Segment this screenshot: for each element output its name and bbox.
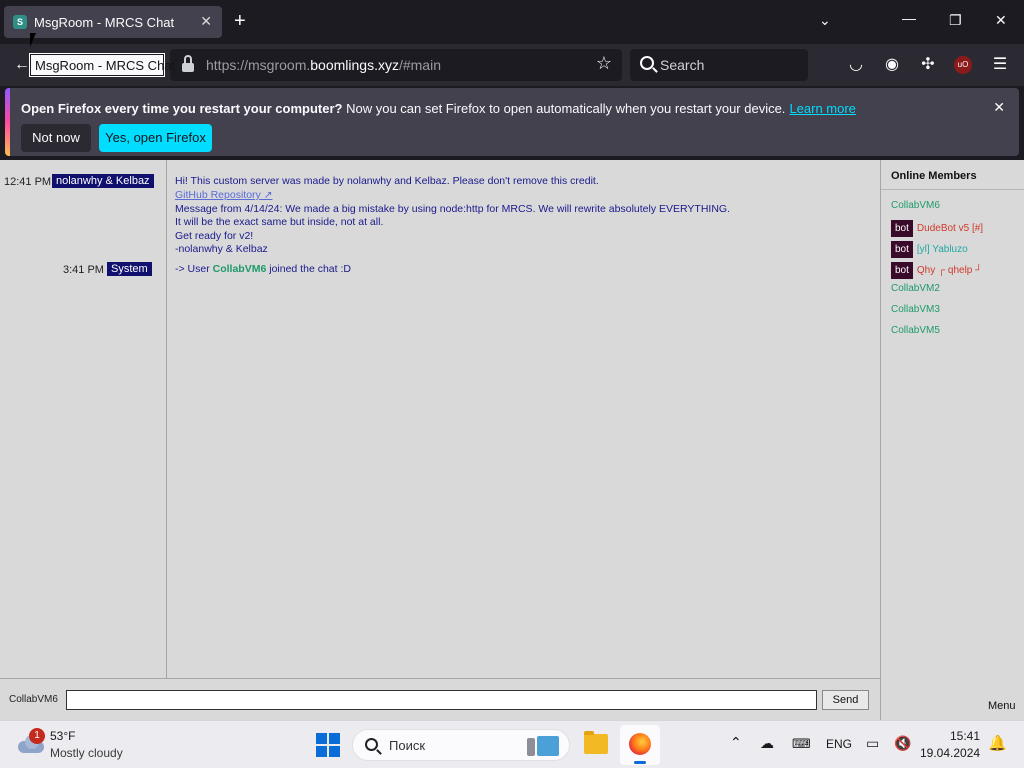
firefox-icon: [629, 733, 651, 755]
composer-bar: CollabVM6 Send: [0, 678, 880, 720]
member-item[interactable]: bot [yl] Yabluzo: [891, 241, 968, 258]
list-all-tabs-chevron-icon[interactable]: ⌄: [819, 12, 831, 29]
account-icon[interactable]: ◉: [882, 55, 902, 75]
tab-bar: S MsgRoom - MRCS Chat ✕ + ⌄ — ❐ ✕: [0, 0, 1024, 44]
member-name[interactable]: CollabVM3: [891, 304, 940, 315]
search-placeholder: Search: [660, 57, 705, 73]
search-icon: [365, 738, 378, 751]
new-tab-plus-icon[interactable]: +: [234, 11, 246, 31]
onedrive-offline-icon[interactable]: ☁: [760, 735, 774, 752]
search-highlight-icon: [525, 736, 563, 756]
online-members-title: Online Members: [881, 160, 1024, 190]
restore-icon[interactable]: ❐: [949, 12, 962, 29]
send-button[interactable]: Send: [822, 690, 869, 710]
message-list: Hi! This custom server was made by nolan…: [167, 160, 880, 678]
member-item[interactable]: CollabVM2: [891, 283, 940, 294]
weather-temp[interactable]: 53°F: [50, 729, 75, 743]
notification-message: Open Firefox every time you restart your…: [21, 101, 856, 116]
message-time: 3:41 PM: [63, 264, 104, 276]
taskbar-search-placeholder: Поиск: [389, 738, 426, 753]
lock-icon[interactable]: [182, 55, 194, 73]
tab-tooltip: MsgRoom - MRCS Chat: [30, 54, 175, 76]
msgroom-favicon-icon: S: [13, 15, 27, 29]
back-arrow-icon[interactable]: ←: [12, 55, 32, 75]
minimize-icon[interactable]: —: [902, 10, 916, 26]
member-name[interactable]: CollabVM6: [891, 200, 940, 211]
active-app-indicator: [634, 761, 646, 764]
menu-button[interactable]: Menu: [988, 700, 1016, 712]
github-repository-link[interactable]: GitHub Repository ↗: [175, 189, 273, 201]
url-text[interactable]: https://msgroom.boomlings.xyz/#main: [206, 57, 441, 73]
bot-badge: bot: [891, 262, 913, 279]
member-name[interactable]: Qhy ┌ qhelp ┘: [917, 265, 982, 276]
online-members-panel: Online Members CollabVM6 bot DudeBot v5 [#…: [880, 160, 1024, 720]
pocket-icon[interactable]: ◡: [846, 55, 866, 75]
member-name[interactable]: DudeBot v5 [#]: [917, 223, 983, 234]
window-close-icon[interactable]: ✕: [995, 12, 1007, 29]
message-line: Message from 4/14/24: We made a big mist…: [175, 203, 730, 215]
network-icon[interactable]: ▭: [866, 735, 879, 752]
notification-accent-stripe: [5, 88, 10, 156]
yes-open-firefox-button[interactable]: Yes, open Firefox: [99, 124, 212, 152]
ublock-origin-icon[interactable]: uO: [954, 56, 972, 74]
tab-close-icon[interactable]: ✕: [200, 13, 212, 30]
bot-badge: bot: [891, 241, 913, 258]
message-line: -nolanwhy & Kelbaz: [175, 243, 268, 255]
search-input[interactable]: Search: [630, 49, 808, 81]
message-input[interactable]: [66, 690, 817, 710]
member-item[interactable]: bot DudeBot v5 [#]: [891, 220, 983, 237]
taskbar-date[interactable]: 19.04.2024: [920, 746, 980, 760]
extensions-icon[interactable]: ✣: [918, 55, 938, 75]
url-bar[interactable]: https://msgroom.boomlings.xyz/#main ☆: [170, 49, 622, 81]
taskbar-search-input[interactable]: Поиск: [352, 729, 570, 761]
member-item[interactable]: bot Qhy ┌ qhelp ┘: [891, 262, 982, 279]
member-item[interactable]: CollabVM6: [891, 200, 940, 211]
file-explorer-icon[interactable]: [584, 731, 608, 754]
joined-user-name[interactable]: CollabVM6: [213, 263, 267, 275]
member-name[interactable]: [yl] Yabluzo: [917, 244, 968, 255]
member-item[interactable]: CollabVM3: [891, 304, 940, 315]
message-author-tag[interactable]: System: [107, 262, 152, 276]
taskbar-clock[interactable]: 15:41: [924, 729, 980, 743]
bookmark-star-icon[interactable]: ☆: [596, 53, 612, 74]
message-author-tag[interactable]: nolanwhy & Kelbaz: [52, 174, 154, 188]
tab-title: MsgRoom - MRCS Chat: [34, 15, 175, 30]
notification-bell-icon[interactable]: 🔔: [988, 734, 1007, 752]
keyboard-icon[interactable]: ⌨: [792, 736, 811, 752]
default-browser-notification: Open Firefox every time you restart your…: [5, 88, 1019, 156]
volume-muted-icon[interactable]: 🔇: [894, 735, 911, 752]
notification-close-icon[interactable]: ✕: [993, 99, 1005, 116]
windows-start-icon[interactable]: [316, 733, 340, 757]
weather-condition[interactable]: Mostly cloudy: [50, 746, 123, 760]
mouse-cursor: [30, 33, 42, 47]
not-now-button[interactable]: Not now: [21, 124, 91, 152]
firefox-taskbar-button[interactable]: [620, 725, 660, 765]
member-name[interactable]: CollabVM5: [891, 325, 940, 336]
bot-badge: bot: [891, 220, 913, 237]
join-message: -> User CollabVM6 joined the chat :D: [175, 263, 351, 275]
taskbar: 1 53°F Mostly cloudy Поиск ⌃ ☁ ⌨ ENG ▭ 🔇…: [0, 720, 1024, 768]
learn-more-link[interactable]: Learn more: [789, 101, 855, 116]
nickname-label[interactable]: CollabVM6: [9, 694, 58, 705]
weather-badge: 1: [29, 728, 45, 744]
member-item[interactable]: CollabVM5: [891, 325, 940, 336]
timestamp-column: 12:41 PM nolanwhy & Kelbaz 3:41 PM Syste…: [0, 160, 167, 678]
message-line: GitHub Repository ↗: [175, 189, 273, 201]
message-line: It will be the exact same but inside, no…: [175, 216, 384, 228]
message-line: Hi! This custom server was made by nolan…: [175, 175, 599, 187]
message-line: Get ready for v2!: [175, 230, 254, 242]
show-hidden-icons-chevron-icon[interactable]: ⌃: [730, 734, 742, 751]
msgroom-page: 12:41 PM nolanwhy & Kelbaz 3:41 PM Syste…: [0, 160, 1024, 720]
language-indicator[interactable]: ENG: [826, 737, 852, 751]
member-name[interactable]: CollabVM2: [891, 283, 940, 294]
hamburger-menu-icon[interactable]: ☰: [990, 55, 1010, 75]
search-icon: [640, 56, 654, 70]
message-time: 12:41 PM: [4, 176, 52, 188]
